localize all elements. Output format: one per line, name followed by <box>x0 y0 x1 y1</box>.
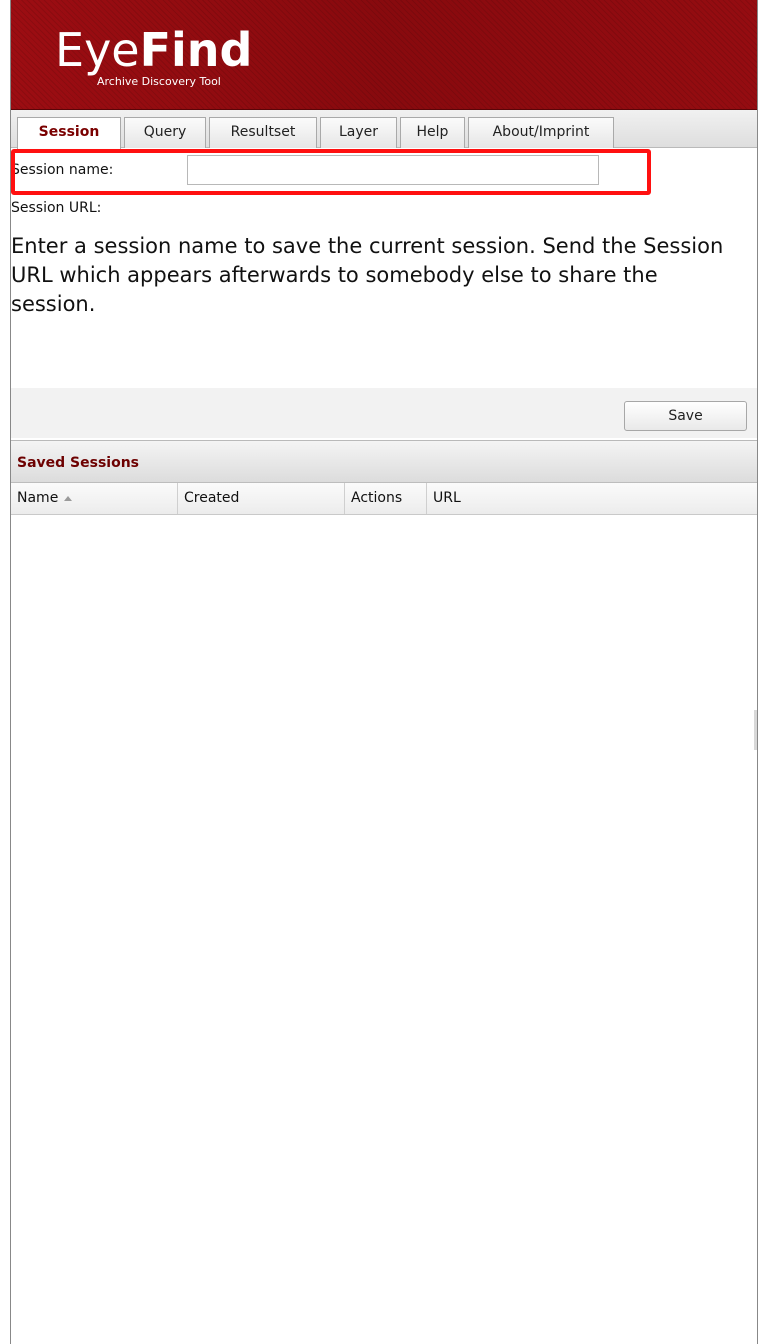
button-bar: Save <box>11 388 757 438</box>
saved-sessions-grid: Saved Sessions Name Created Actions URL <box>11 440 757 1344</box>
tab-resultset[interactable]: Resultset <box>209 117 317 148</box>
app-window: EyeFind Archive Discovery Tool Session Q… <box>10 0 758 1344</box>
grid-body <box>11 515 757 1344</box>
column-header-name[interactable]: Name <box>11 483 178 514</box>
tab-about-imprint[interactable]: About/Imprint <box>468 117 614 148</box>
session-help-text: Enter a session name to save the current… <box>11 234 724 316</box>
column-header-actions[interactable]: Actions <box>345 483 427 514</box>
session-name-input[interactable] <box>187 155 599 185</box>
column-header-created[interactable]: Created <box>178 483 345 514</box>
logo-text-eye: Eye <box>55 23 140 77</box>
saved-sessions-title: Saved Sessions <box>11 441 757 483</box>
tab-session[interactable]: Session <box>17 117 121 149</box>
logo-text-find: Find <box>139 23 253 77</box>
column-header-url[interactable]: URL <box>427 483 757 514</box>
save-button[interactable]: Save <box>624 401 747 431</box>
session-url-label: Session URL: <box>11 200 102 216</box>
session-name-label: Session name: <box>11 162 114 178</box>
tab-query[interactable]: Query <box>124 117 206 148</box>
grid-header-row: Name Created Actions URL <box>11 483 757 515</box>
sort-ascending-icon <box>64 495 73 501</box>
logo-subtitle: Archive Discovery Tool <box>97 75 221 88</box>
column-header-name-label: Name <box>17 490 59 506</box>
tab-help[interactable]: Help <box>400 117 465 148</box>
panel-resize-handle[interactable] <box>754 710 757 750</box>
tab-layer[interactable]: Layer <box>320 117 397 148</box>
app-logo: EyeFind <box>55 24 252 76</box>
app-header: EyeFind Archive Discovery Tool <box>11 0 757 110</box>
main-tab-bar: Session Query Resultset Layer Help About… <box>11 110 757 149</box>
